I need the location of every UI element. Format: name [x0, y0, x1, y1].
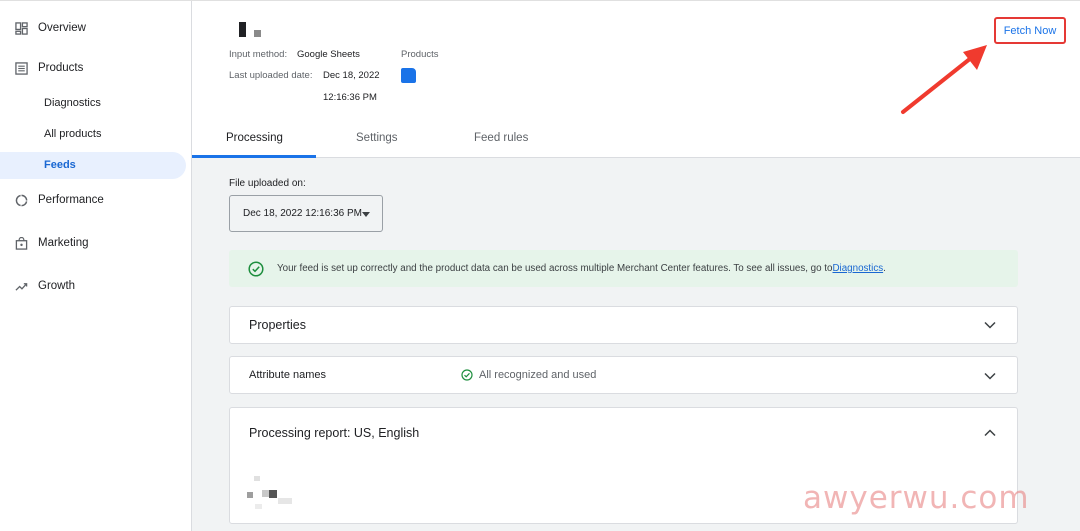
products-count-icon — [401, 68, 416, 83]
tab-settings[interactable]: Settings — [356, 132, 398, 144]
trending-up-icon — [14, 279, 28, 293]
top-divider — [0, 0, 1080, 3]
sidebar-item-growth[interactable]: Growth — [0, 272, 75, 300]
dashboard-icon — [14, 21, 28, 35]
sidebar: Overview Products Diagnostics All produc… — [0, 0, 192, 531]
sidebar-item-label: Performance — [38, 194, 104, 206]
input-method-label: Input method: — [229, 49, 288, 60]
card-title: Attribute names — [249, 369, 327, 381]
sidebar-item-label: Growth — [38, 280, 76, 292]
check-circle-icon — [248, 260, 264, 277]
success-banner: Your feed is set up correctly and the pr… — [229, 250, 1018, 287]
sidebar-item-marketing[interactable]: Marketing — [0, 229, 89, 257]
dropdown-arrow-icon — [362, 212, 370, 217]
sidebar-item-label: Diagnostics — [44, 97, 101, 109]
file-uploaded-value: Dec 18, 2022 12:16:36 PM — [243, 208, 362, 219]
list-icon — [14, 61, 28, 75]
shopping-bag-icon — [14, 236, 28, 250]
sidebar-item-feeds[interactable]: Feeds — [0, 152, 186, 179]
last-uploaded-time: 12:16:36 PM — [323, 92, 377, 103]
sidebar-item-performance[interactable]: Performance — [0, 186, 104, 214]
feed-title-redacted — [239, 22, 261, 37]
card-title: Properties — [249, 318, 306, 332]
tab-feed-rules[interactable]: Feed rules — [474, 132, 528, 144]
banner-period: . — [883, 263, 886, 274]
chevron-down-icon[interactable] — [983, 318, 997, 332]
banner-message: Your feed is set up correctly and the pr… — [277, 263, 833, 274]
properties-card[interactable]: Properties — [229, 306, 1018, 344]
sidebar-item-overview[interactable]: Overview — [0, 14, 86, 42]
fetch-now-label: Fetch Now — [1003, 24, 1057, 37]
sidebar-item-products[interactable]: Products — [0, 54, 83, 82]
sidebar-item-label: Feeds — [44, 159, 76, 171]
chevron-down-icon[interactable] — [983, 369, 997, 383]
sidebar-item-label: Products — [38, 62, 84, 74]
last-uploaded-label: Last uploaded date: — [229, 70, 313, 81]
diagnostics-link[interactable]: Diagnostics — [832, 263, 883, 274]
attribute-status-text: All recognized and used — [479, 369, 597, 381]
tab-bar: Processing Settings Feed rules — [192, 120, 1080, 158]
sidebar-item-diagnostics[interactable]: Diagnostics — [44, 90, 101, 116]
processing-panel: File uploaded on: Dec 18, 2022 12:16:36 … — [192, 158, 1080, 531]
products-label: Products — [401, 49, 439, 60]
sidebar-item-label: All products — [44, 128, 102, 140]
file-uploaded-label: File uploaded on: — [229, 178, 306, 189]
card-title: Processing report: US, English — [249, 426, 420, 440]
merchant-center-feed-page: Overview Products Diagnostics All produc… — [0, 0, 1080, 531]
sidebar-item-label: Overview — [38, 22, 86, 34]
file-uploaded-dropdown[interactable]: Dec 18, 2022 12:16:36 PM — [229, 195, 383, 232]
attribute-names-card[interactable]: Attribute names All recognized and used — [229, 356, 1018, 394]
red-arrow-annotation — [901, 45, 987, 114]
attribute-status: All recognized and used — [461, 369, 596, 381]
sidebar-item-label: Marketing — [38, 237, 89, 249]
watermark: awyerwu.com — [803, 480, 1030, 516]
last-uploaded-date: Dec 18, 2022 — [323, 70, 380, 81]
input-method-value: Google Sheets — [297, 49, 360, 60]
check-circle-icon — [461, 369, 473, 381]
performance-icon — [14, 193, 28, 207]
sidebar-item-all-products[interactable]: All products — [44, 121, 101, 147]
tab-processing[interactable]: Processing — [226, 132, 283, 144]
fetch-now-button[interactable]: Fetch Now — [994, 17, 1066, 44]
chevron-up-icon[interactable] — [983, 426, 997, 440]
